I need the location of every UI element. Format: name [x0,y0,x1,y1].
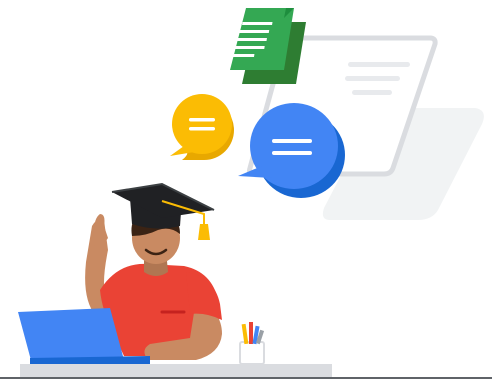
chat-bubble-line [189,118,215,122]
window-line [345,76,400,81]
cap-tassel [198,224,210,240]
chat-bubble-icon [170,94,234,160]
document-icon [230,8,306,84]
chat-bubble-line [272,139,312,143]
chat-bubble-line [189,127,215,131]
window-line [352,90,392,95]
chat-bubble-line [272,151,312,155]
pencil [249,322,253,344]
document-line [236,38,267,41]
document-line [234,46,265,49]
shirt-sleeve [186,272,222,320]
pencil-cup-icon [239,322,265,365]
document-line [231,54,255,57]
illustration-scene [0,0,492,379]
document-line [242,22,273,25]
window-line [348,62,410,67]
document-line [238,30,270,33]
desk [20,364,332,377]
illustration-canvas [0,8,492,379]
